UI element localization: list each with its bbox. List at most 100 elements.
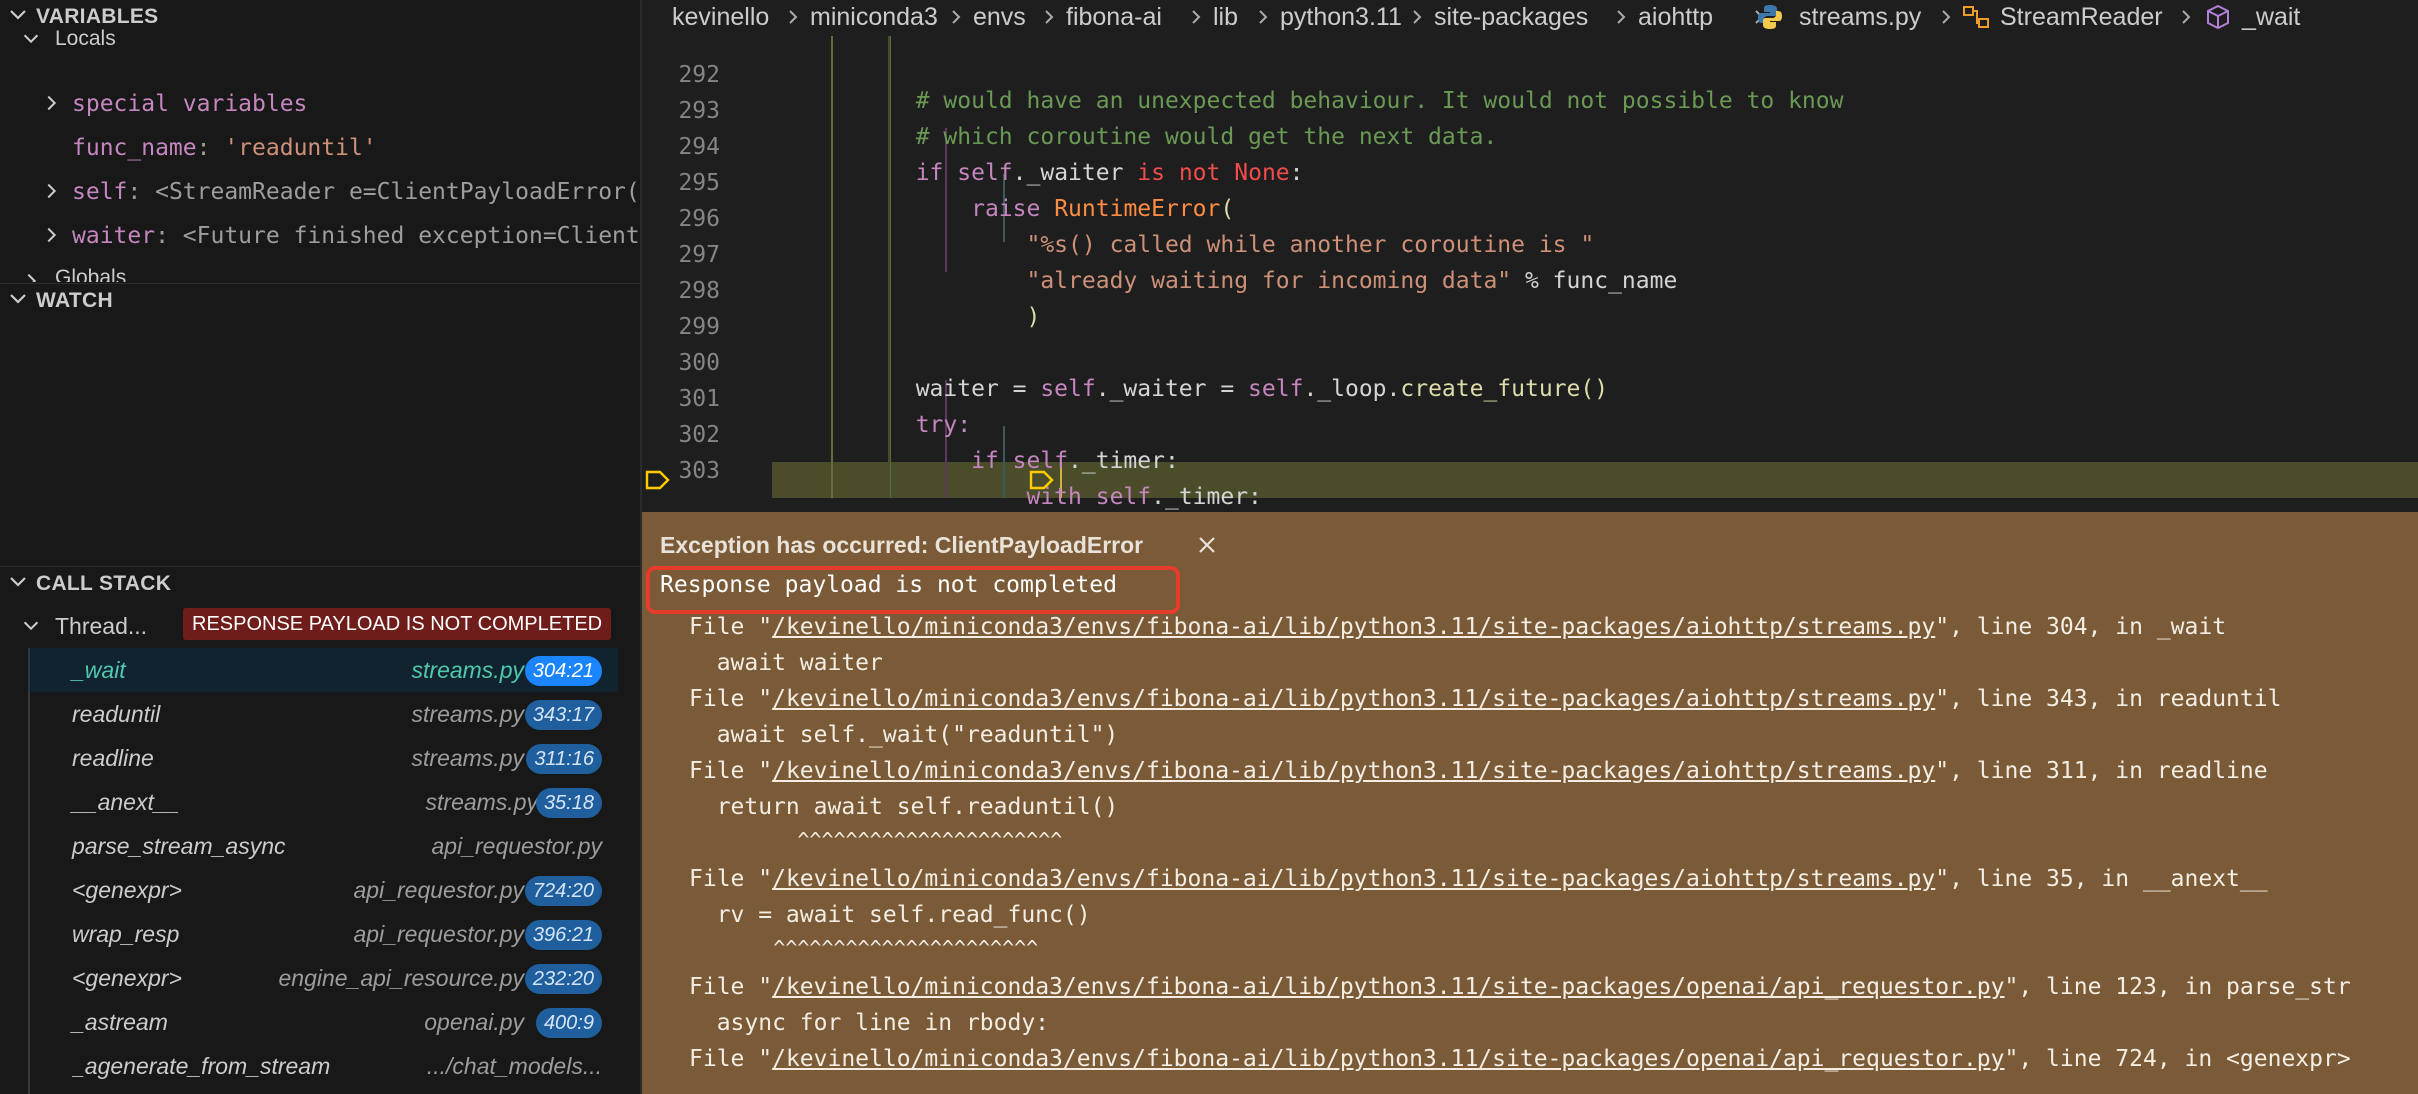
frame-file: streams.py xyxy=(411,745,524,771)
frame-position-badge: 232:20 xyxy=(524,964,602,994)
breadcrumb-item[interactable]: streams.py xyxy=(1799,0,1921,34)
call-stack-section-header[interactable]: CALL STACK xyxy=(0,566,640,601)
variable-name: waiter xyxy=(72,223,156,249)
traceback-text: ", line 304, in _wait xyxy=(1935,614,2227,640)
traceback-line: File "/kevinello/miniconda3/envs/fibona-… xyxy=(689,614,2226,640)
traceback-caret: ^^^^^^^^^^^^^^^^^^^^^^ xyxy=(689,936,1039,960)
variable-special-variables[interactable]: special variables xyxy=(0,82,640,126)
breadcrumb-item[interactable]: site-packages xyxy=(1434,0,1588,34)
stack-frame[interactable]: __anext__ streams.py 35:18 xyxy=(28,780,618,824)
traceback-text: ", line 35, in __anext__ xyxy=(1935,866,2268,892)
code-line: 292 # would have an unexpected behaviour… xyxy=(642,31,2418,114)
stack-frame[interactable]: _agenerate_from_stream .../chat_models..… xyxy=(28,1044,618,1088)
traceback-caret: ^^^^^^^^^^^^^^^^^^^^^^ xyxy=(689,828,1063,852)
frame-file: streams.py xyxy=(425,789,538,815)
method-symbol-icon xyxy=(2207,4,2229,30)
code-line: 301 try: xyxy=(642,355,2418,438)
exception-title: Exception has occurred: ClientPayloadErr… xyxy=(660,532,1144,558)
traceback-line: File "/kevinello/miniconda3/envs/fibona-… xyxy=(689,686,2281,712)
code-line: 302 if self._timer: xyxy=(642,391,2418,474)
traceback-line: File "/kevinello/miniconda3/envs/fibona-… xyxy=(689,974,2351,1000)
frame-position-badge: 400:9 xyxy=(535,1008,602,1038)
code-line-current: 304 await waiter xyxy=(642,462,2418,597)
frame-function: parse_stream_async xyxy=(72,833,286,859)
stack-frame[interactable]: _wait streams.py 304:21 xyxy=(28,648,618,692)
traceback-code: rv = await self.read_func() xyxy=(689,902,1091,928)
exception-widget: Exception has occurred: ClientPayloadErr… xyxy=(642,512,2418,1094)
stack-frame[interactable]: <genexpr> engine_api_resource.py 232:20 xyxy=(28,956,618,1000)
thread-row[interactable]: Thread... RESPONSE PAYLOAD IS NOT COMPLE… xyxy=(0,604,640,648)
class-symbol-icon xyxy=(1963,6,1989,28)
traceback-line: File "/kevinello/miniconda3/envs/fibona-… xyxy=(689,866,2268,892)
frame-file: .../chat_models... xyxy=(426,1053,602,1079)
traceback-text: ", line 724, in <genexpr> xyxy=(2004,1046,2351,1072)
breadcrumb-item[interactable]: envs xyxy=(973,0,1026,34)
breadcrumb-item[interactable]: _wait xyxy=(2242,0,2300,34)
traceback-code: await waiter xyxy=(689,650,883,676)
chevron-right-icon xyxy=(47,227,57,243)
stack-frame[interactable]: wrap_resp api_requestor.py 396:21 xyxy=(28,912,618,956)
breadcrumb-item[interactable]: fibona-ai xyxy=(1066,0,1162,34)
exception-message: Response payload is not completed xyxy=(660,572,1117,598)
breadcrumb-item[interactable]: StreamReader xyxy=(2000,0,2163,34)
variable-name: func_name xyxy=(72,135,197,161)
chevron-down-icon xyxy=(23,621,39,631)
locals-scope[interactable]: Locals xyxy=(0,17,640,61)
frame-position-badge: 724:20 xyxy=(524,876,602,906)
stack-frame[interactable]: readuntil streams.py 343:17 xyxy=(28,692,618,736)
traceback-line: File "/kevinello/miniconda3/envs/fibona-… xyxy=(689,1046,2351,1072)
frame-function: <genexpr> xyxy=(72,965,182,991)
frame-function: _agenerate_from_stream xyxy=(72,1053,331,1079)
breadcrumb-item[interactable]: aiohttp xyxy=(1638,0,1713,34)
code-line: 294 if self._waiter is not None: xyxy=(642,103,2418,186)
frame-function: _astream xyxy=(72,1009,168,1035)
breadcrumb-item[interactable]: miniconda3 xyxy=(810,0,938,34)
traceback-code: await self._wait("readuntil") xyxy=(689,722,1119,748)
code-line: 295 raise RuntimeError( xyxy=(642,139,2418,222)
frame-function: wrap_resp xyxy=(72,921,180,947)
globals-label: Globals xyxy=(55,266,127,282)
traceback-file-link[interactable]: /kevinello/miniconda3/envs/fibona-ai/lib… xyxy=(772,614,1935,640)
code-line: 296 "%s() called while another coroutine… xyxy=(642,175,2418,258)
breadcrumb-item[interactable]: python3.11 xyxy=(1280,0,1402,34)
variable-func-name[interactable]: func_name: 'readuntil' xyxy=(0,126,640,170)
frame-position-badge: 311:16 xyxy=(526,744,602,774)
debug-sidebar: VARIABLES Locals special variables func_… xyxy=(0,0,642,1094)
variable-waiter[interactable]: waiter: <Future finished exception=Clien… xyxy=(0,214,640,258)
stack-frame[interactable]: <genexpr> api_requestor.py 724:20 xyxy=(28,868,618,912)
watch-section-header[interactable]: WATCH xyxy=(0,283,640,318)
chevron-right-icon xyxy=(1192,10,1201,24)
stack-frame[interactable]: readline streams.py 311:16 xyxy=(28,736,618,780)
variable-name: special variables xyxy=(72,91,308,117)
traceback-file-link[interactable]: /kevinello/miniconda3/envs/fibona-ai/lib… xyxy=(772,1046,2004,1072)
chevron-down-icon xyxy=(23,34,39,44)
traceback-file-link[interactable]: /kevinello/miniconda3/envs/fibona-ai/lib… xyxy=(772,758,1935,784)
traceback-file-link[interactable]: /kevinello/miniconda3/envs/fibona-ai/lib… xyxy=(772,974,2004,1000)
stack-frame[interactable]: parse_stream_async api_requestor.py xyxy=(28,824,618,868)
traceback-line: File "/kevinello/miniconda3/envs/fibona-… xyxy=(689,758,2268,784)
traceback-file-link[interactable]: /kevinello/miniconda3/envs/fibona-ai/lib… xyxy=(772,686,1935,712)
frame-position-badge: 343:17 xyxy=(524,700,602,730)
chevron-right-icon xyxy=(789,10,798,24)
frame-function: __anext__ xyxy=(72,789,180,815)
traceback-file-link[interactable]: /kevinello/miniconda3/envs/fibona-ai/lib… xyxy=(772,866,1935,892)
frame-file: streams.py xyxy=(411,701,524,727)
breadcrumb-item[interactable]: kevinello xyxy=(672,0,769,34)
thread-status-badge: RESPONSE PAYLOAD IS NOT COMPLETED xyxy=(183,608,612,640)
chevron-right-icon xyxy=(47,183,57,199)
chevron-right-icon xyxy=(1617,10,1626,24)
frame-function: readuntil xyxy=(72,701,161,727)
code-line: 293 # which coroutine would get the next… xyxy=(642,67,2418,150)
variable-value: 'readuntil' xyxy=(224,135,377,161)
breadcrumb-item[interactable]: lib xyxy=(1213,0,1238,34)
traceback-code: async for line in rbody: xyxy=(689,1010,1050,1036)
frame-position-badge: 304:21 xyxy=(524,656,602,686)
close-icon[interactable] xyxy=(1196,534,1218,556)
chevron-right-icon xyxy=(1045,10,1054,24)
globals-scope[interactable]: Globals xyxy=(0,258,640,282)
traceback-text: File " xyxy=(689,1046,773,1072)
variable-self[interactable]: self: <StreamReader e=ClientPayloadError… xyxy=(0,170,640,214)
chevron-right-icon xyxy=(1259,10,1268,24)
stack-frame[interactable]: _astream openai.py 400:9 xyxy=(28,1000,618,1044)
code-editor: kevinello miniconda3 envs fibona-ai lib … xyxy=(642,0,2418,1094)
